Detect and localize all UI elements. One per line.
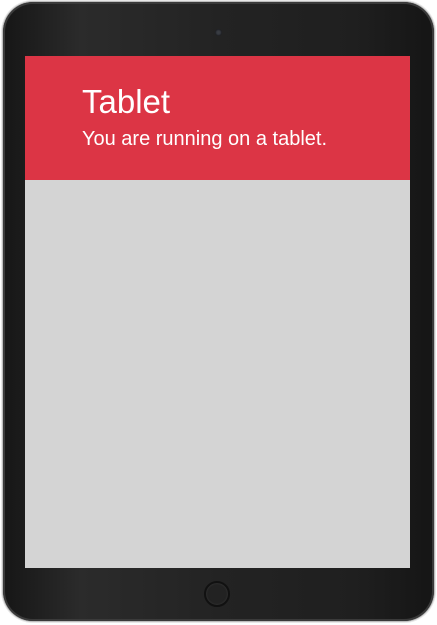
header-banner: Tablet You are running on a tablet. bbox=[25, 56, 410, 180]
page-subtitle: You are running on a tablet. bbox=[82, 128, 328, 150]
home-button[interactable] bbox=[204, 581, 230, 607]
tablet-frame: Tablet You are running on a tablet. bbox=[3, 2, 434, 621]
camera-icon bbox=[215, 29, 222, 36]
page-title: Tablet bbox=[82, 83, 171, 120]
tablet-screen: Tablet You are running on a tablet. bbox=[25, 56, 410, 568]
